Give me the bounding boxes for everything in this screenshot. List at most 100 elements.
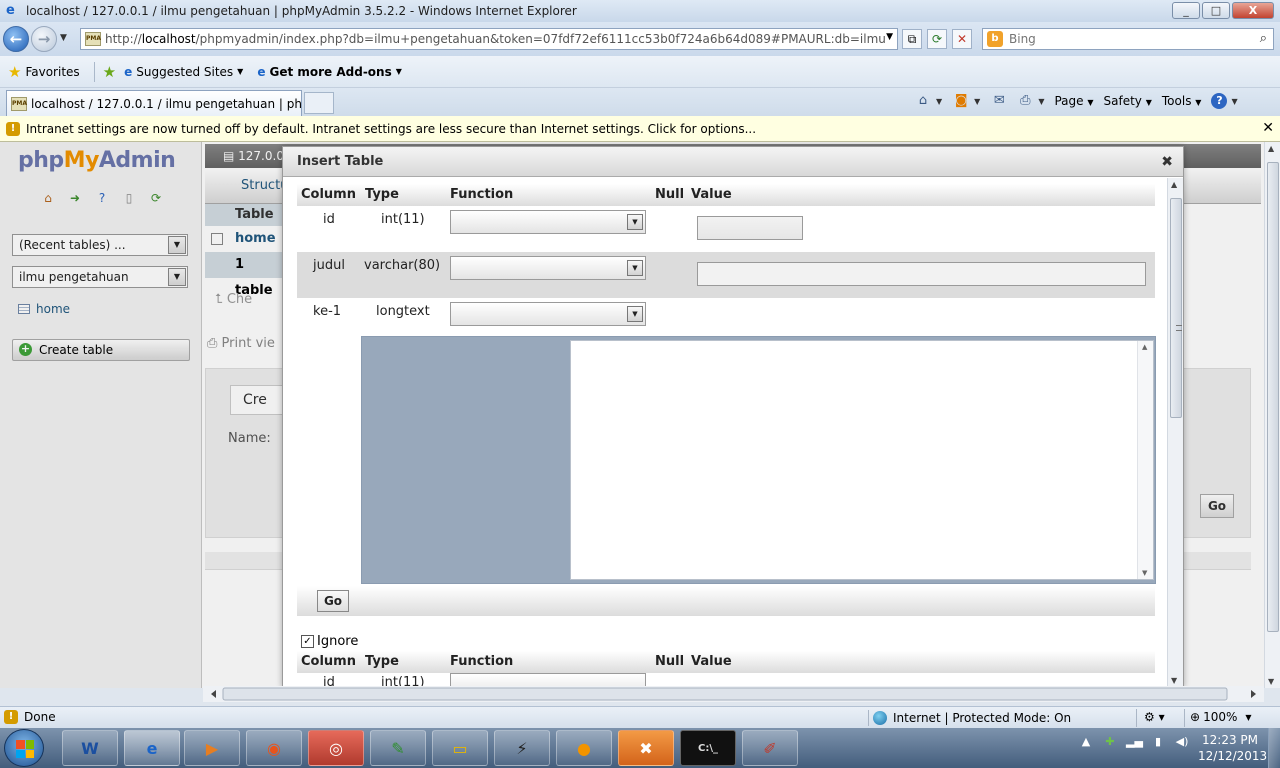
chevron-down-icon[interactable]: ▼ xyxy=(1231,97,1237,106)
function-select-judul[interactable]: ▼ xyxy=(450,256,646,280)
minimize-button[interactable]: _ xyxy=(1172,2,1200,19)
address-bar[interactable]: PMA http://localhost/phpmyadmin/index.ph… xyxy=(80,28,898,50)
scroll-up-icon[interactable]: ▲ xyxy=(1268,144,1274,153)
function-select-id-2[interactable] xyxy=(450,673,646,687)
dialog-close-icon[interactable]: ✖ xyxy=(1161,147,1173,177)
search-icon[interactable]: ⌕ xyxy=(1260,31,1267,46)
stop-icon[interactable]: ✕ xyxy=(952,29,972,49)
ignore-checkbox[interactable]: ✓ xyxy=(301,635,314,648)
print-icon[interactable]: ⎙ xyxy=(1016,92,1034,110)
information-bar[interactable]: ! Intranet settings are now turned off b… xyxy=(0,116,1280,142)
address-dropdown-icon[interactable]: ▼ xyxy=(886,32,893,42)
tab-strip: PMA localhost / 127.0.0.1 / ilmu pengeta… xyxy=(0,88,1280,116)
ignore-option[interactable]: ✓ Ignore xyxy=(301,634,358,649)
maximize-button[interactable]: □ xyxy=(1202,2,1230,19)
favorites-button[interactable]: ★ Favorites xyxy=(8,63,80,81)
warning-shield-icon: ! xyxy=(6,121,20,136)
signal-icon[interactable]: ▂▄ xyxy=(1126,734,1143,750)
chevron-down-icon[interactable]: ▼ xyxy=(1038,97,1044,106)
function-select-ke-1[interactable]: ▼ xyxy=(450,302,646,326)
read-mail-icon[interactable]: ✉ xyxy=(990,92,1008,110)
home-icon[interactable]: ⌂ xyxy=(914,92,932,110)
page-menu[interactable]: Page ▼ xyxy=(1054,94,1093,108)
new-tab-button[interactable] xyxy=(304,92,334,114)
tools-menu[interactable]: Tools ▼ xyxy=(1162,94,1202,108)
explorer-folder-taskbar-icon[interactable]: ▭ xyxy=(432,730,488,766)
command-bar: ⌂ ▼ ◙ ▼ ✉ ⎙ ▼ Page ▼ Safety ▼ Tools ▼ ? ▼ xyxy=(914,92,1248,110)
network-tray-icon[interactable]: ✚ xyxy=(1102,734,1118,750)
suggested-sites-button[interactable]: e Suggested Sites ▼ xyxy=(124,65,243,79)
close-window-button[interactable]: X xyxy=(1232,2,1274,19)
chevron-down-icon[interactable]: ▼ xyxy=(936,97,942,106)
textarea-scrollbar[interactable]: ▲ ▼ xyxy=(1137,341,1153,579)
address-toolbar: ← → ▼ PMA http://localhost/phpmyadmin/in… xyxy=(0,22,1280,56)
protected-mode-icon[interactable]: ⚙ ▾ xyxy=(1144,710,1165,724)
chevron-down-icon[interactable]: ▼ xyxy=(974,97,980,106)
go-button[interactable]: Go xyxy=(317,590,349,612)
forward-button[interactable]: → xyxy=(31,26,57,52)
globe-icon xyxy=(873,711,887,725)
show-hidden-icons-icon[interactable]: ▲ xyxy=(1078,734,1094,750)
search-input[interactable] xyxy=(1009,32,1239,46)
start-button[interactable] xyxy=(4,729,44,767)
compatibility-view-icon[interactable]: ⧉ xyxy=(902,29,922,49)
window-controls: _ □ X xyxy=(1170,2,1274,19)
word-taskbar-icon[interactable]: W xyxy=(62,730,118,766)
battery-icon[interactable]: ▮ xyxy=(1150,734,1166,750)
insert-row-ke-1: ke-1 longtext ▼ xyxy=(297,298,1155,336)
scroll-up-icon[interactable]: ▲ xyxy=(1142,343,1147,351)
xampp-taskbar-icon[interactable]: ✖ xyxy=(618,730,674,766)
suggested-sites-icon: e xyxy=(124,64,133,79)
zoom-control[interactable]: ⊕ 100% ▼ xyxy=(1190,710,1252,724)
grip-icon xyxy=(1176,325,1182,331)
browser-tab-active[interactable]: PMA localhost / 127.0.0.1 / ilmu pengeta… xyxy=(6,90,302,116)
value-input-id[interactable] xyxy=(697,216,803,240)
firefox-taskbar-icon[interactable]: ◉ xyxy=(246,730,302,766)
paint-taskbar-icon[interactable]: ✐ xyxy=(742,730,798,766)
value-textarea-ke-1[interactable]: ▲ ▼ xyxy=(570,340,1154,580)
get-addons-button[interactable]: e Get more Add-ons ▼ xyxy=(257,65,402,79)
scroll-down-icon[interactable]: ▼ xyxy=(1142,569,1147,577)
page-scrollbar[interactable]: ▲ ▼ xyxy=(1264,142,1280,688)
scroll-up-icon[interactable]: ▲ xyxy=(1171,180,1177,189)
value-textarea-container: ▲ ▼ xyxy=(361,336,1156,584)
system-clock[interactable]: 12:23 PM 12/12/2013 xyxy=(1198,732,1267,764)
dialog-scroll-thumb[interactable] xyxy=(1170,198,1182,418)
back-button[interactable]: ← xyxy=(3,26,29,52)
refresh-icon[interactable]: ⟳ xyxy=(927,29,947,49)
media-player-taskbar-icon[interactable]: ▶ xyxy=(184,730,240,766)
function-select-id[interactable]: ▼ xyxy=(450,210,646,234)
help-icon[interactable]: ? xyxy=(1211,93,1228,109)
feeds-icon[interactable]: ◙ xyxy=(952,92,970,110)
search-box[interactable]: b ⌕ xyxy=(982,28,1274,50)
close-infobar-icon[interactable]: ✕ xyxy=(1262,120,1274,136)
horizontal-scrollbar-track[interactable] xyxy=(203,686,1264,702)
insert-row-judul: judul varchar(80) ▼ xyxy=(297,252,1155,298)
add-to-favorites-button[interactable]: ★ xyxy=(103,63,120,81)
page-viewport: phpMyAdmin ⌂ ➜ ? ▯ ⟳ (Recent tables) ...… xyxy=(0,142,1264,688)
notepad-plus-taskbar-icon[interactable]: ✎ xyxy=(370,730,426,766)
scroll-down-icon[interactable]: ▼ xyxy=(1171,676,1177,685)
value-input-judul[interactable] xyxy=(697,262,1146,286)
security-zone[interactable]: Internet | Protected Mode: On xyxy=(868,710,1071,726)
recent-pages-dropdown-icon[interactable]: ▼ xyxy=(60,33,67,43)
insert-header-row-2: Column Type Function Null Value xyxy=(297,651,1155,673)
chevron-down-icon: ▼ xyxy=(627,306,643,322)
forward-arrow-icon: → xyxy=(37,30,51,48)
chrome-taskbar-icon[interactable]: ◎ xyxy=(308,730,364,766)
utility-taskbar-icon[interactable]: ⚡ xyxy=(494,730,550,766)
volume-icon[interactable]: ◀) xyxy=(1174,734,1190,750)
scroll-down-icon[interactable]: ▼ xyxy=(1268,677,1274,686)
media-app-taskbar-icon[interactable]: ● xyxy=(556,730,612,766)
chevron-down-icon: ▼ xyxy=(237,67,244,76)
dialog-scrollbar[interactable]: ▲ ▼ xyxy=(1167,178,1183,687)
command-prompt-taskbar-icon[interactable]: C:\_ xyxy=(680,730,736,766)
horizontal-scrollbar[interactable] xyxy=(203,686,1264,702)
zoom-icon: ⊕ xyxy=(1190,710,1201,724)
show-desktop-button[interactable] xyxy=(1268,728,1280,768)
status-done: ! Done xyxy=(4,710,56,724)
safety-menu[interactable]: Safety ▼ xyxy=(1104,94,1152,108)
page-scroll-thumb[interactable] xyxy=(1267,162,1279,632)
address-url[interactable]: http://localhost/phpmyadmin/index.php?db… xyxy=(105,32,885,46)
internet-explorer-taskbar-icon[interactable]: e xyxy=(124,730,180,766)
